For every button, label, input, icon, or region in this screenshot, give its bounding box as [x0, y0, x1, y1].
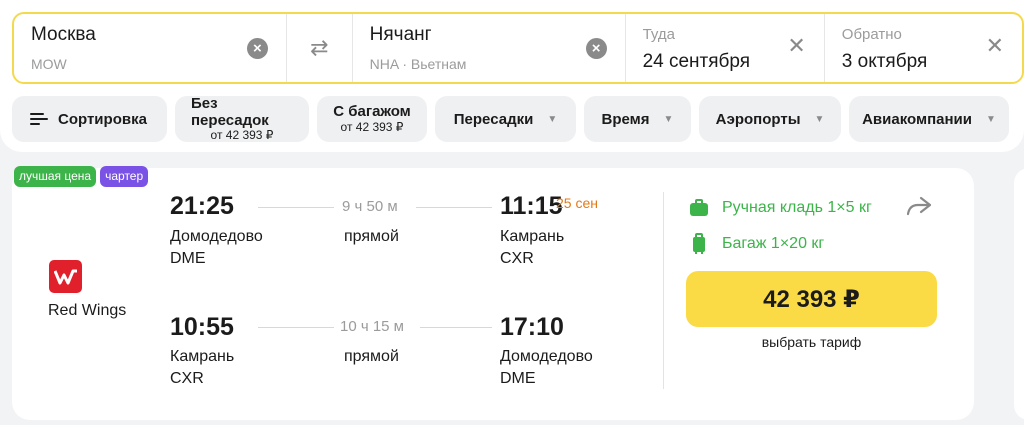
- badges: лучшая цена чартер: [14, 166, 149, 187]
- nonstop-filter[interactable]: Без пересадок от 42 393 ₽: [175, 94, 309, 143]
- route-line: [258, 207, 334, 208]
- outbound-arrival-code: CXR: [500, 250, 534, 267]
- chevron-down-icon: ▼: [814, 113, 825, 125]
- return-duration: 10 ч 15 м: [340, 318, 404, 335]
- baggage-label: Багаж 1×20 кг: [722, 235, 825, 252]
- return-arrival-time: 17:10: [500, 313, 564, 341]
- transfers-label: Пересадки: [453, 110, 534, 128]
- outbound-duration: 9 ч 50 м: [342, 198, 398, 215]
- route-line: [258, 327, 334, 328]
- return-departure-time: 10:55: [170, 313, 234, 341]
- to-field[interactable]: Нячанг NHA · Вьетнам ×: [353, 14, 626, 82]
- time-label: Время: [601, 110, 650, 128]
- chevron-down-icon: ▼: [663, 113, 674, 125]
- airports-dropdown[interactable]: Аэропорты ▼: [699, 96, 841, 142]
- sort-icon: [30, 113, 48, 125]
- search-bar: Москва MOW × ⇄ Нячанг NHA · Вьетнам × Ту…: [12, 12, 1024, 84]
- chevron-down-icon: ▼: [986, 113, 996, 125]
- return-departure-code: CXR: [170, 370, 204, 387]
- clear-depart-icon[interactable]: ✕: [787, 34, 805, 58]
- choose-tariff-link[interactable]: выбрать тариф: [686, 334, 937, 350]
- outbound-arrival-airport: Камрань: [500, 228, 565, 245]
- chevron-down-icon: ▼: [547, 113, 558, 125]
- outbound-departure-code: DME: [170, 250, 206, 267]
- baggage-filter[interactable]: С багажом от 42 393 ₽: [317, 96, 427, 142]
- baggage-label: С багажом: [333, 103, 411, 121]
- hand-luggage-label: Ручная кладь 1×5 кг: [722, 199, 872, 216]
- sort-label: Сортировка: [58, 110, 147, 128]
- next-flight-card[interactable]: [1014, 168, 1024, 420]
- outbound-stops: прямой: [344, 228, 399, 245]
- time-dropdown[interactable]: Время ▼: [584, 96, 691, 142]
- airports-label: Аэропорты: [715, 110, 801, 128]
- swap-button[interactable]: ⇄: [287, 14, 353, 82]
- outbound-arrival-date: 25 сен: [556, 195, 598, 211]
- search-header: Москва MOW × ⇄ Нячанг NHA · Вьетнам × Ту…: [0, 0, 1024, 152]
- divider: [663, 192, 664, 389]
- airlines-dropdown[interactable]: Авиакомпании ▼: [849, 96, 1009, 142]
- route-line: [416, 207, 492, 208]
- return-arrival-airport: Домодедово: [500, 348, 593, 365]
- charter-badge: чартер: [100, 166, 149, 187]
- hand-luggage-info: Ручная кладь 1×5 кг: [688, 199, 872, 217]
- depart-label: Туда: [642, 26, 675, 43]
- baggage-price: от 42 393 ₽: [340, 119, 404, 134]
- nonstop-price: от 42 393 ₽: [210, 128, 274, 143]
- from-city: Москва: [31, 24, 96, 45]
- airlines-label: Авиакомпании: [862, 110, 972, 128]
- return-arrival-code: DME: [500, 370, 536, 387]
- return-label: Обратно: [841, 26, 902, 43]
- outbound-arrival-time: 11:15: [500, 192, 563, 220]
- depart-date: 24 сентября: [642, 51, 751, 72]
- from-code: MOW: [31, 56, 67, 72]
- to-code: NHA · Вьетнам: [369, 56, 467, 72]
- share-icon[interactable]: [906, 196, 932, 222]
- price-button[interactable]: 42 393 ₽: [686, 271, 937, 327]
- clear-from-icon[interactable]: ×: [246, 38, 268, 59]
- swap-arrows-icon: ⇄: [310, 35, 329, 60]
- airline-name: Red Wings: [48, 302, 127, 319]
- nonstop-label: Без пересадок: [191, 94, 269, 130]
- clear-return-icon[interactable]: ✕: [986, 34, 1004, 58]
- suitcase-icon: [688, 233, 710, 255]
- route-line: [420, 327, 492, 328]
- transfers-dropdown[interactable]: Пересадки ▼: [435, 96, 576, 142]
- sort-button[interactable]: Сортировка: [12, 96, 167, 142]
- clear-to-icon[interactable]: ×: [585, 38, 607, 59]
- return-date: 3 октября: [841, 51, 928, 72]
- return-stops: прямой: [344, 348, 399, 365]
- airline-logo-icon: [49, 260, 82, 293]
- from-field[interactable]: Москва MOW ×: [14, 14, 287, 82]
- depart-date-field[interactable]: Туда 24 сентября ✕: [626, 14, 825, 82]
- return-departure-airport: Камрань: [170, 348, 235, 365]
- outbound-departure-time: 21:25: [170, 192, 234, 220]
- best-price-badge: лучшая цена: [14, 166, 97, 187]
- filter-bar: Сортировка Без пересадок от 42 393 ₽ С б…: [12, 94, 1009, 143]
- baggage-info: Багаж 1×20 кг: [688, 233, 824, 255]
- to-city: Нячанг: [369, 24, 432, 45]
- outbound-departure-airport: Домодедово: [170, 228, 263, 245]
- hand-luggage-icon: [688, 199, 710, 217]
- return-date-field[interactable]: Обратно 3 октября ✕: [825, 14, 1022, 82]
